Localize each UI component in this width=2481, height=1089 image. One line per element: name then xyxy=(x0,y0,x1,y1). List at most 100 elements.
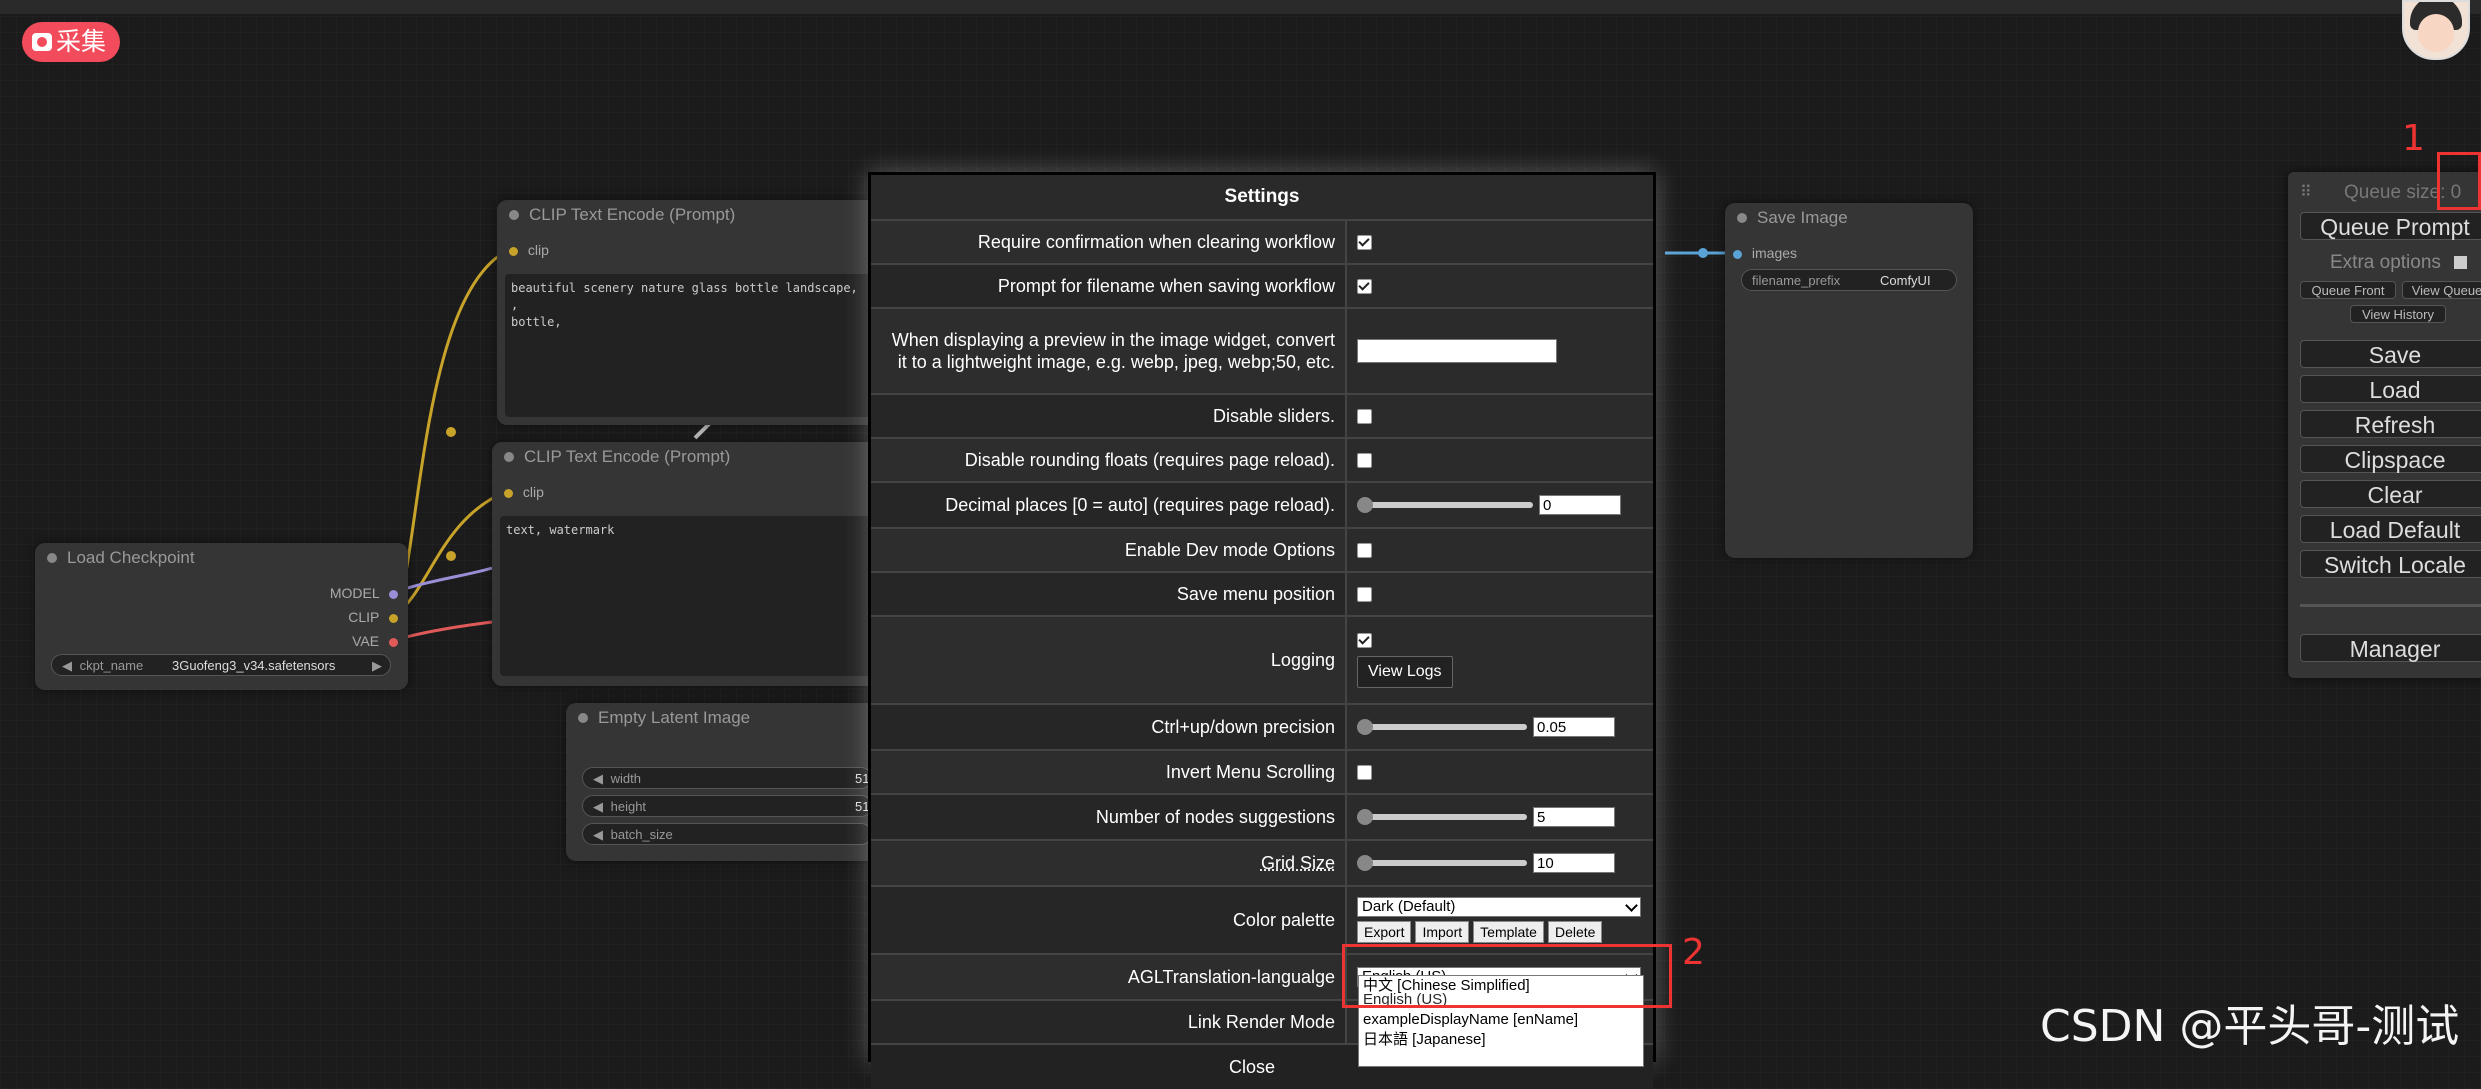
annotation-number-1: 1 xyxy=(2402,118,2425,159)
queue-front-button[interactable]: Queue Front xyxy=(2300,281,2396,299)
widget-label: filename_prefix xyxy=(1752,273,1841,288)
prompt-textarea[interactable]: beautiful scenery nature glass bottle la… xyxy=(505,274,872,417)
node-title: Load Checkpoint xyxy=(35,543,408,573)
node-title: CLIP Text Encode (Prompt) xyxy=(497,200,880,230)
drag-handle-icon[interactable]: ⠿ xyxy=(2300,182,2312,202)
node-suggestions-input[interactable]: 5 xyxy=(1533,807,1615,827)
model-output-slot[interactable]: MODEL xyxy=(330,585,398,601)
setting-label: Ctrl+up/down precision xyxy=(1151,716,1335,737)
csdn-watermark: CSDN @平头哥-测试 xyxy=(2040,1001,2460,1052)
clip-output-slot[interactable]: CLIP xyxy=(348,609,398,625)
left-arrow-icon[interactable]: ◀ xyxy=(593,799,603,814)
save-image-node[interactable]: Save Image images filename_prefix ComfyU… xyxy=(1725,203,1973,558)
annotation-number-2: 2 xyxy=(1682,932,1705,973)
setting-grid-size: Grid Size 10 xyxy=(871,841,1653,887)
widget-label: ckpt_name xyxy=(79,658,144,673)
extra-options-label[interactable]: Extra options xyxy=(2330,252,2468,274)
slot-label: VAE xyxy=(352,633,380,649)
clear-button[interactable]: Clear xyxy=(2300,480,2481,508)
invert-scrolling-checkbox[interactable] xyxy=(1357,764,1372,780)
widget-label: batch_size xyxy=(610,827,673,842)
setting-require-confirm: Require confirmation when clearing workf… xyxy=(871,221,1653,265)
widget-value: 3Guofeng3_v34.safetensors xyxy=(172,658,336,673)
filename-prefix-widget[interactable]: filename_prefix ComfyUI xyxy=(1741,269,1957,291)
slot-label: clip xyxy=(527,242,549,258)
batch-size-widget[interactable]: ◀ batch_size xyxy=(582,823,872,845)
images-input-slot[interactable]: images xyxy=(1733,245,1797,261)
negative-prompt-textarea[interactable]: text, watermark xyxy=(500,516,872,676)
save-menu-position-checkbox[interactable] xyxy=(1357,586,1372,602)
setting-prompt-filename: Prompt for filename when saving workflow xyxy=(871,265,1653,309)
divider xyxy=(2300,604,2481,607)
setting-save-menu-position: Save menu position xyxy=(871,573,1653,617)
template-palette-button[interactable]: Template xyxy=(1473,921,1544,943)
grid-size-slider[interactable] xyxy=(1357,855,1527,871)
delete-palette-button[interactable]: Delete xyxy=(1547,921,1603,943)
load-default-button[interactable]: Load Default xyxy=(2300,515,2481,543)
load-button[interactable]: Load xyxy=(2300,375,2481,403)
setting-label: Prompt for filename when saving workflow xyxy=(997,275,1335,296)
setting-label: Logging xyxy=(1270,649,1335,670)
view-history-button[interactable]: View History xyxy=(2350,305,2446,323)
manager-button[interactable]: Manager xyxy=(2300,634,2481,662)
setting-disable-rounding: Disable rounding floats (requires page r… xyxy=(871,439,1653,483)
language-option[interactable]: 日本語 [Japanese] xyxy=(1359,1030,1643,1050)
setting-logging: Logging View Logs xyxy=(871,617,1653,705)
annotation-box-1 xyxy=(2437,152,2481,210)
decimal-places-slider[interactable] xyxy=(1357,497,1533,513)
view-logs-button[interactable]: View Logs xyxy=(1357,655,1453,688)
clip-text-encode-node-1[interactable]: CLIP Text Encode (Prompt) clip beautiful… xyxy=(497,200,880,425)
load-checkpoint-node[interactable]: Load Checkpoint MODEL CLIP VAE ◀ ckpt_na… xyxy=(35,543,408,690)
clip-input-slot[interactable]: clip xyxy=(504,484,544,500)
export-palette-button[interactable]: Export xyxy=(1357,921,1412,943)
setting-label: AGLTranslation-langualge xyxy=(1127,966,1335,987)
setting-label: Invert Menu Scrolling xyxy=(1165,761,1335,782)
width-widget[interactable]: ◀ width 51 xyxy=(582,767,872,789)
vae-output-slot[interactable]: VAE xyxy=(352,633,398,649)
slot-label: clip xyxy=(522,484,544,500)
empty-latent-image-node[interactable]: Empty Latent Image ◀ width 51 ◀ height 5… xyxy=(566,703,876,861)
settings-title: Settings xyxy=(871,175,1653,221)
require-confirm-checkbox[interactable] xyxy=(1357,234,1372,250)
preview-format-input[interactable] xyxy=(1357,339,1557,363)
color-palette-select[interactable]: Dark (Default) xyxy=(1357,897,1641,917)
slot-label: images xyxy=(1751,245,1798,261)
prompt-filename-checkbox[interactable] xyxy=(1357,278,1372,294)
ctrl-precision-slider[interactable] xyxy=(1357,719,1527,735)
setting-label: Color palette xyxy=(1232,909,1335,930)
grid-size-input[interactable]: 10 xyxy=(1533,853,1615,873)
node-suggestions-slider[interactable] xyxy=(1357,809,1527,825)
extra-options-checkbox[interactable] xyxy=(2454,256,2468,270)
logging-checkbox[interactable] xyxy=(1357,632,1372,648)
queue-prompt-button[interactable]: Queue Prompt xyxy=(2300,212,2481,240)
ckpt-name-widget[interactable]: ◀ ckpt_name 3Guofeng3_v34.safetensors ▶ xyxy=(51,654,391,676)
left-arrow-icon[interactable]: ◀ xyxy=(62,658,72,673)
setting-ctrl-precision: Ctrl+up/down precision 0.05 xyxy=(871,705,1653,751)
setting-label: Save menu position xyxy=(1176,583,1335,604)
disable-sliders-checkbox[interactable] xyxy=(1357,408,1372,424)
widget-label: height xyxy=(610,799,647,814)
refresh-button[interactable]: Refresh xyxy=(2300,410,2481,438)
switch-locale-button[interactable]: Switch Locale xyxy=(2300,550,2481,578)
setting-label: Enable Dev mode Options xyxy=(1124,539,1335,560)
clip-input-slot[interactable]: clip xyxy=(509,242,549,258)
disable-rounding-checkbox[interactable] xyxy=(1357,452,1372,468)
ctrl-precision-input[interactable]: 0.05 xyxy=(1533,717,1615,737)
view-queue-button[interactable]: View Queue xyxy=(2402,281,2481,299)
setting-disable-sliders: Disable sliders. xyxy=(871,395,1653,439)
save-button[interactable]: Save xyxy=(2300,340,2481,368)
clip-text-encode-node-2[interactable]: CLIP Text Encode (Prompt) clip text, wat… xyxy=(492,442,880,686)
right-arrow-icon[interactable]: ▶ xyxy=(372,655,382,677)
left-arrow-icon[interactable]: ◀ xyxy=(593,771,603,786)
language-option[interactable]: exampleDisplayName [enName] xyxy=(1359,1010,1643,1030)
import-palette-button[interactable]: Import xyxy=(1415,921,1470,943)
setting-label: Grid Size xyxy=(1260,852,1335,873)
queue-panel: ⠿ Queue size: 0 Queue Prompt Extra optio… xyxy=(2288,172,2481,678)
decimal-places-input[interactable]: 0 xyxy=(1539,495,1621,515)
clipspace-button[interactable]: Clipspace xyxy=(2300,445,2481,473)
chevron-down-icon xyxy=(1625,899,1638,912)
dev-mode-checkbox[interactable] xyxy=(1357,542,1372,558)
left-arrow-icon[interactable]: ◀ xyxy=(593,827,603,842)
height-widget[interactable]: ◀ height 51 xyxy=(582,795,872,817)
node-title: Save Image xyxy=(1725,203,1973,233)
